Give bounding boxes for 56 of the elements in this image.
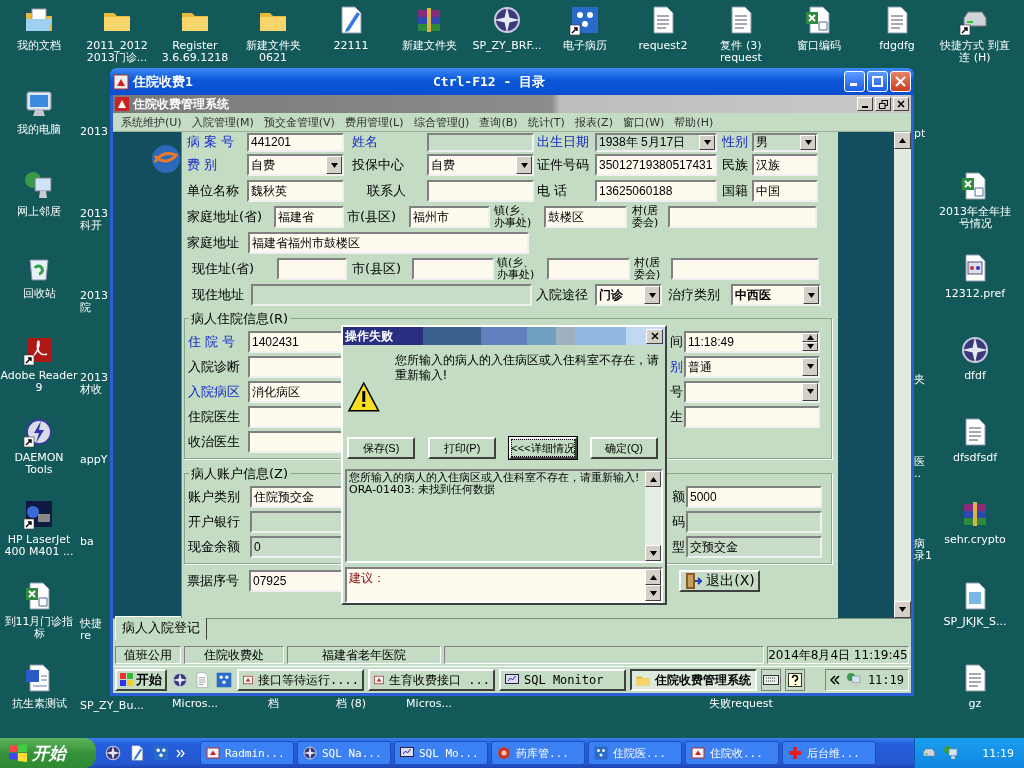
field-label: 病 案 号	[187, 133, 236, 151]
dialog-title: 操作失败	[345, 327, 393, 345]
status-panel: 福建省老年医院	[287, 646, 441, 664]
field-label: 型	[672, 537, 686, 556]
field-label: 家庭地址(省)	[187, 208, 264, 226]
clock: 11:19	[982, 746, 1014, 760]
field-label: 国籍	[722, 182, 749, 200]
field-label: 号	[670, 382, 684, 401]
field-label: 市(县区)	[347, 208, 398, 226]
details-text: ORA-01403: 未找到任何数据	[349, 484, 496, 497]
field-label: 账户类别	[188, 487, 241, 506]
field-label: 镇(乡、办事处)	[494, 205, 533, 229]
field-label: 现住址(省)	[192, 260, 256, 278]
group-title: 病人账户信息(Z)	[189, 465, 291, 483]
details-text: 您所输入的病人的入住病区或入住科室不存在，请重新输入!	[349, 472, 641, 485]
field-label: 费 别	[187, 156, 219, 174]
field-label: 码	[672, 512, 686, 531]
field-label: 额	[672, 487, 686, 506]
field-label: 市(县区)	[352, 260, 403, 278]
field-label: 票据序号	[187, 572, 240, 590]
field-label: 入院途径	[536, 286, 589, 304]
app-title: 住院收费管理系统	[133, 95, 230, 113]
field-label: 住 院 号	[188, 332, 237, 351]
error-message: 您所输入的病人的入住病区或入住科室不存在，请重新输入!	[394, 353, 660, 385]
field-label: 住院医生	[188, 407, 241, 426]
field-label: 别	[670, 357, 684, 376]
group-title: 病人住院信息(R)	[189, 310, 291, 328]
field-label: 治疗类别	[668, 286, 721, 304]
field-label: 收治医生	[188, 432, 241, 451]
clock: 11:19	[867, 673, 904, 687]
field-label: 现住地址	[192, 286, 245, 304]
field-label: 联系人	[367, 182, 407, 200]
field-label: 现金余额	[188, 537, 241, 556]
field-label: 出生日期	[537, 133, 590, 151]
window-title: 住院收费1	[133, 72, 194, 91]
field-label: 入院诊断	[188, 357, 241, 376]
status-datetime: 2014年8月4日 11:19:45	[767, 646, 909, 664]
field-label: 民族	[722, 156, 749, 174]
field-label: 电 话	[537, 182, 569, 200]
field-label: 投保中心	[352, 156, 405, 174]
field-label: 性别	[722, 133, 749, 151]
field-label: 镇(乡、办事处)	[497, 257, 536, 281]
status-panel: 值班公用	[115, 646, 181, 664]
field-label: 姓名	[352, 133, 379, 151]
field-label: 入院病区	[188, 382, 241, 401]
field-label: 村(居委会)	[632, 205, 660, 229]
field-label: 开户银行	[188, 512, 241, 531]
field-label: 村(居委会)	[634, 257, 662, 281]
window-caption: Ctrl-F12 - 目录	[433, 72, 547, 91]
status-panel: 住院收费处	[184, 646, 284, 664]
field-label: 家庭地址	[187, 234, 240, 252]
field-label: 间	[670, 332, 684, 351]
field-label: 证件号码	[537, 156, 590, 174]
field-label: 生	[670, 407, 684, 426]
suggestion-label: 建议：	[348, 570, 386, 587]
field-label: 单位名称	[187, 182, 240, 200]
